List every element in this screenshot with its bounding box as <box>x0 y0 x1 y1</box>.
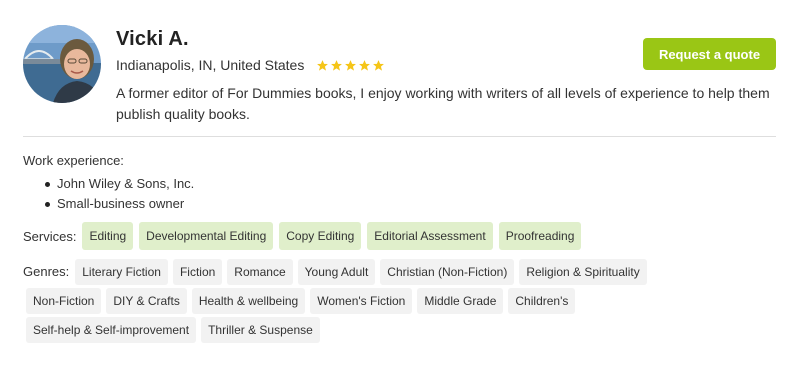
genre-tag-non-fiction[interactable]: Non-Fiction <box>26 287 102 314</box>
editor-name: Vicki A. <box>116 28 189 50</box>
services-label: Services: <box>23 228 77 244</box>
genre-row: Genres: Literary Fiction Fiction Romance… <box>23 257 783 286</box>
divider <box>23 136 776 137</box>
rating-stars <box>316 59 385 72</box>
genre-tag-fiction[interactable]: Fiction <box>172 258 223 285</box>
service-tag-developmental-editing[interactable]: Developmental Editing <box>139 222 274 250</box>
service-tag-copy-editing[interactable]: Copy Editing <box>279 222 362 250</box>
work-experience-list: John Wiley & Sons, Inc. Small-business o… <box>23 174 194 214</box>
genre-tag-middle-grade[interactable]: Middle Grade <box>417 287 504 314</box>
work-experience-item: Small-business owner <box>23 194 194 214</box>
request-quote-button[interactable]: Request a quote <box>643 38 776 70</box>
editor-profile-card: Vicki A. Indianapolis, IN, United States… <box>0 0 800 368</box>
genre-row: Non-Fiction DIY & Crafts Health & wellbe… <box>23 286 783 315</box>
location-text: Indianapolis, IN, United States <box>116 57 305 73</box>
avatar-photo <box>23 25 101 103</box>
bullet <box>45 202 50 207</box>
star-icon <box>317 59 329 71</box>
genre-tag-womens-fiction[interactable]: Women's Fiction <box>310 287 413 314</box>
genre-tag-childrens[interactable]: Children's <box>508 287 576 314</box>
star-icon <box>373 59 385 71</box>
genre-tag-health-wellbeing[interactable]: Health & wellbeing <box>191 287 306 314</box>
genres-label: Genres: <box>23 264 70 279</box>
service-tag-editing[interactable]: Editing <box>82 222 134 250</box>
genres-section: Genres: Literary Fiction Fiction Romance… <box>23 257 783 344</box>
genre-tag-christian-non-fiction[interactable]: Christian (Non-Fiction) <box>380 258 515 285</box>
work-experience-text: Small-business owner <box>57 196 185 211</box>
services-row: Services: Editing Developmental Editing … <box>23 222 587 250</box>
location-row: Indianapolis, IN, United States <box>116 57 385 73</box>
genre-tag-young-adult[interactable]: Young Adult <box>297 258 376 285</box>
genre-tag-religion-spirituality[interactable]: Religion & Spirituality <box>519 258 647 285</box>
genre-tag-thriller-suspense[interactable]: Thriller & Suspense <box>201 316 320 343</box>
service-tag-editorial-assessment[interactable]: Editorial Assessment <box>367 222 493 250</box>
genre-row: Self-help & Self-improvement Thriller & … <box>23 315 783 344</box>
editor-bio: A former editor of For Dummies books, I … <box>116 85 770 122</box>
service-tag-proofreading[interactable]: Proofreading <box>498 222 582 250</box>
work-experience-label: Work experience: <box>23 153 124 168</box>
genre-tag-romance[interactable]: Romance <box>227 258 293 285</box>
genre-tag-diy-crafts[interactable]: DIY & Crafts <box>106 287 187 314</box>
work-experience-item: John Wiley & Sons, Inc. <box>23 174 194 194</box>
star-icon <box>331 59 343 71</box>
star-icon <box>345 59 357 71</box>
bullet <box>45 182 50 187</box>
work-experience-text: John Wiley & Sons, Inc. <box>57 176 195 191</box>
genre-tag-literary-fiction[interactable]: Literary Fiction <box>75 258 168 285</box>
genre-tag-self-help[interactable]: Self-help & Self-improvement <box>26 316 197 343</box>
star-icon <box>359 59 371 71</box>
avatar[interactable] <box>23 25 101 103</box>
